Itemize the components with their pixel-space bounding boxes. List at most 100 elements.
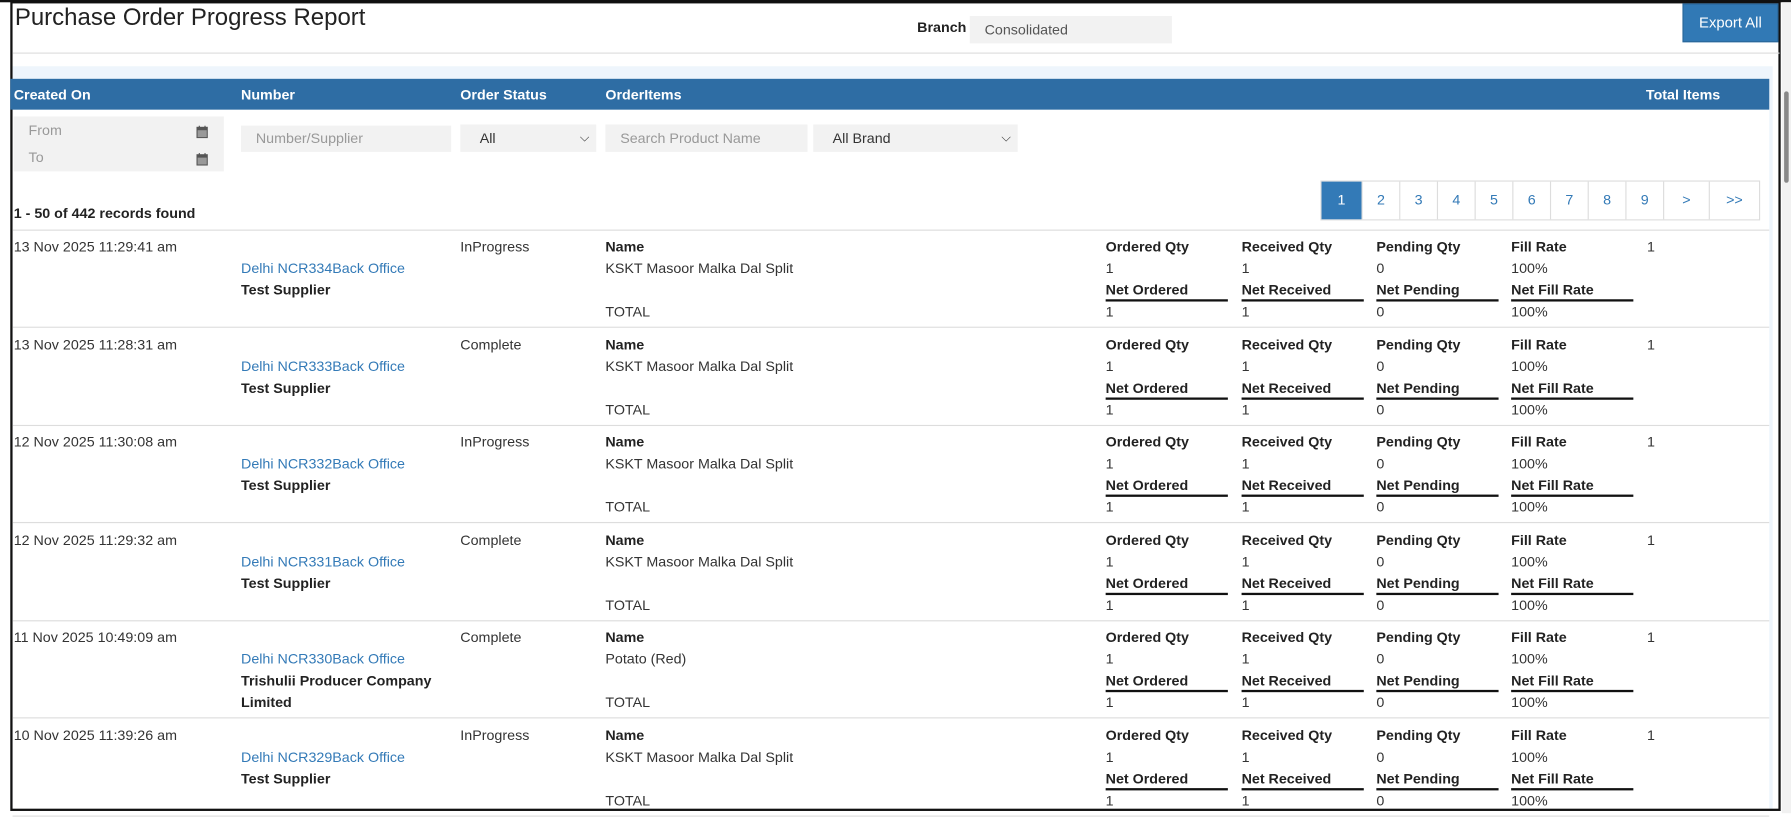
total-label: TOTAL xyxy=(605,792,651,809)
received-qty: 1 xyxy=(1241,260,1250,277)
po-number-link[interactable]: Delhi NCR332Back Office xyxy=(241,456,405,472)
net-pending: 0 xyxy=(1376,597,1385,614)
po-number-link[interactable]: Delhi NCR333Back Office xyxy=(241,358,405,374)
name-label: Name xyxy=(605,532,645,549)
received-qty-label: Received Qty xyxy=(1241,727,1333,744)
page-6[interactable]: 6 xyxy=(1512,181,1550,220)
page-1[interactable]: 1 xyxy=(1321,181,1362,220)
pending-qty-label: Pending Qty xyxy=(1376,532,1461,549)
ordered-qty: 1 xyxy=(1105,651,1114,668)
page-9[interactable]: 9 xyxy=(1625,181,1663,220)
fill-rate: 100% xyxy=(1511,553,1548,570)
net-received: 1 xyxy=(1241,303,1250,320)
created-on: 11 Nov 2025 10:49:09 am xyxy=(13,629,177,646)
order-status-select[interactable]: All ⌵ xyxy=(460,124,597,152)
fill-rate: 100% xyxy=(1511,651,1548,668)
net-pending-label: Net Pending xyxy=(1376,478,1499,498)
calendar-icon[interactable] xyxy=(196,153,208,166)
fill-rate-label: Fill Rate xyxy=(1511,532,1567,549)
pending-qty: 0 xyxy=(1376,358,1385,375)
net-ordered-label: Net Ordered xyxy=(1105,380,1228,400)
product-name: KSKT Masoor Malka Dal Split xyxy=(605,358,794,375)
branch-select[interactable]: Consolidated xyxy=(969,15,1172,44)
page-3[interactable]: 3 xyxy=(1399,181,1437,220)
fill-rate-label: Fill Rate xyxy=(1511,238,1567,255)
net-received-label: Net Received xyxy=(1241,575,1364,595)
export-all-button[interactable]: Export All xyxy=(1682,3,1779,43)
received-qty-label: Received Qty xyxy=(1241,629,1333,646)
to-date-input[interactable]: To xyxy=(29,150,44,166)
total-items: 1 xyxy=(1647,336,1655,353)
column-order-items[interactable]: OrderItems xyxy=(605,87,681,103)
page-7[interactable]: 7 xyxy=(1549,181,1588,220)
total-label: TOTAL xyxy=(605,303,651,320)
last-page-button[interactable]: >> xyxy=(1708,181,1759,220)
brand-select[interactable]: All Brand ⌵ xyxy=(813,124,1018,152)
column-number[interactable]: Number xyxy=(241,87,295,103)
page-8[interactable]: 8 xyxy=(1587,181,1626,220)
net-ordered-label: Net Ordered xyxy=(1105,478,1228,498)
from-date-input[interactable]: From xyxy=(29,122,62,138)
net-ordered: 1 xyxy=(1105,792,1114,809)
net-pending: 0 xyxy=(1376,401,1385,418)
received-qty-label: Received Qty xyxy=(1241,532,1333,549)
scrollbar-thumb[interactable] xyxy=(1784,91,1789,183)
table-row: 13 Nov 2025 11:29:41 am Delhi NCR334Back … xyxy=(12,231,1770,328)
po-number-link[interactable]: Delhi NCR329Back Office xyxy=(241,749,405,765)
net-received-label: Net Received xyxy=(1241,771,1364,791)
pending-qty: 0 xyxy=(1376,651,1385,668)
column-total-items[interactable]: Total Items xyxy=(1646,87,1720,103)
received-qty: 1 xyxy=(1241,455,1250,472)
ordered-qty-label: Ordered Qty xyxy=(1105,629,1189,646)
number-supplier-input[interactable]: Number/Supplier xyxy=(241,125,452,152)
ordered-qty-label: Ordered Qty xyxy=(1105,238,1189,255)
total-items: 1 xyxy=(1647,434,1655,451)
total-label: TOTAL xyxy=(605,499,651,516)
column-order-status[interactable]: Order Status xyxy=(460,87,546,103)
net-fill-rate-label: Net Fill Rate xyxy=(1511,380,1634,400)
next-page-button[interactable]: > xyxy=(1663,181,1709,220)
net-received: 1 xyxy=(1241,694,1250,711)
total-label: TOTAL xyxy=(605,401,651,418)
po-number-link[interactable]: Delhi NCR330Back Office xyxy=(241,652,405,668)
supplier-name: Test Supplier xyxy=(241,770,331,787)
net-received-label: Net Received xyxy=(1241,282,1364,302)
name-label: Name xyxy=(605,336,645,353)
page-5[interactable]: 5 xyxy=(1474,181,1513,220)
product-name: KSKT Masoor Malka Dal Split xyxy=(605,260,794,277)
page-4[interactable]: 4 xyxy=(1436,181,1475,220)
net-ordered: 1 xyxy=(1105,499,1114,516)
net-fill-rate-label: Net Fill Rate xyxy=(1511,771,1634,791)
po-number-link[interactable]: Delhi NCR334Back Office xyxy=(241,260,405,276)
product-name: KSKT Masoor Malka Dal Split xyxy=(605,455,794,472)
ordered-qty: 1 xyxy=(1105,553,1114,570)
net-fill-rate: 100% xyxy=(1511,401,1548,418)
calendar-icon[interactable] xyxy=(196,125,208,139)
fill-rate-label: Fill Rate xyxy=(1511,727,1567,744)
name-label: Name xyxy=(605,238,645,255)
ordered-qty-label: Ordered Qty xyxy=(1105,532,1189,549)
page-2[interactable]: 2 xyxy=(1361,181,1400,220)
net-pending: 0 xyxy=(1376,499,1385,516)
received-qty: 1 xyxy=(1241,358,1250,375)
ordered-qty: 1 xyxy=(1105,455,1114,472)
total-items: 1 xyxy=(1647,629,1655,646)
net-fill-rate-label: Net Fill Rate xyxy=(1511,478,1634,498)
po-number-link[interactable]: Delhi NCR331Back Office xyxy=(241,554,405,570)
net-received: 1 xyxy=(1241,792,1250,809)
header-divider xyxy=(12,52,1780,54)
product-search-input[interactable]: Search Product Name xyxy=(605,124,808,152)
net-fill-rate: 100% xyxy=(1511,499,1548,516)
created-on: 12 Nov 2025 11:29:32 am xyxy=(13,532,177,549)
product-name: KSKT Masoor Malka Dal Split xyxy=(605,749,794,766)
net-pending: 0 xyxy=(1376,792,1385,809)
net-ordered: 1 xyxy=(1105,597,1114,614)
fill-rate: 100% xyxy=(1511,358,1548,375)
created-on: 13 Nov 2025 11:28:31 am xyxy=(13,336,177,353)
page: Purchase Order Progress Report Branch Co… xyxy=(0,0,1791,817)
supplier-name: Test Supplier xyxy=(241,575,331,592)
net-ordered-label: Net Ordered xyxy=(1105,771,1228,791)
order-status: Complete xyxy=(460,336,522,353)
column-created-on[interactable]: Created On xyxy=(14,87,91,103)
net-received: 1 xyxy=(1241,401,1250,418)
